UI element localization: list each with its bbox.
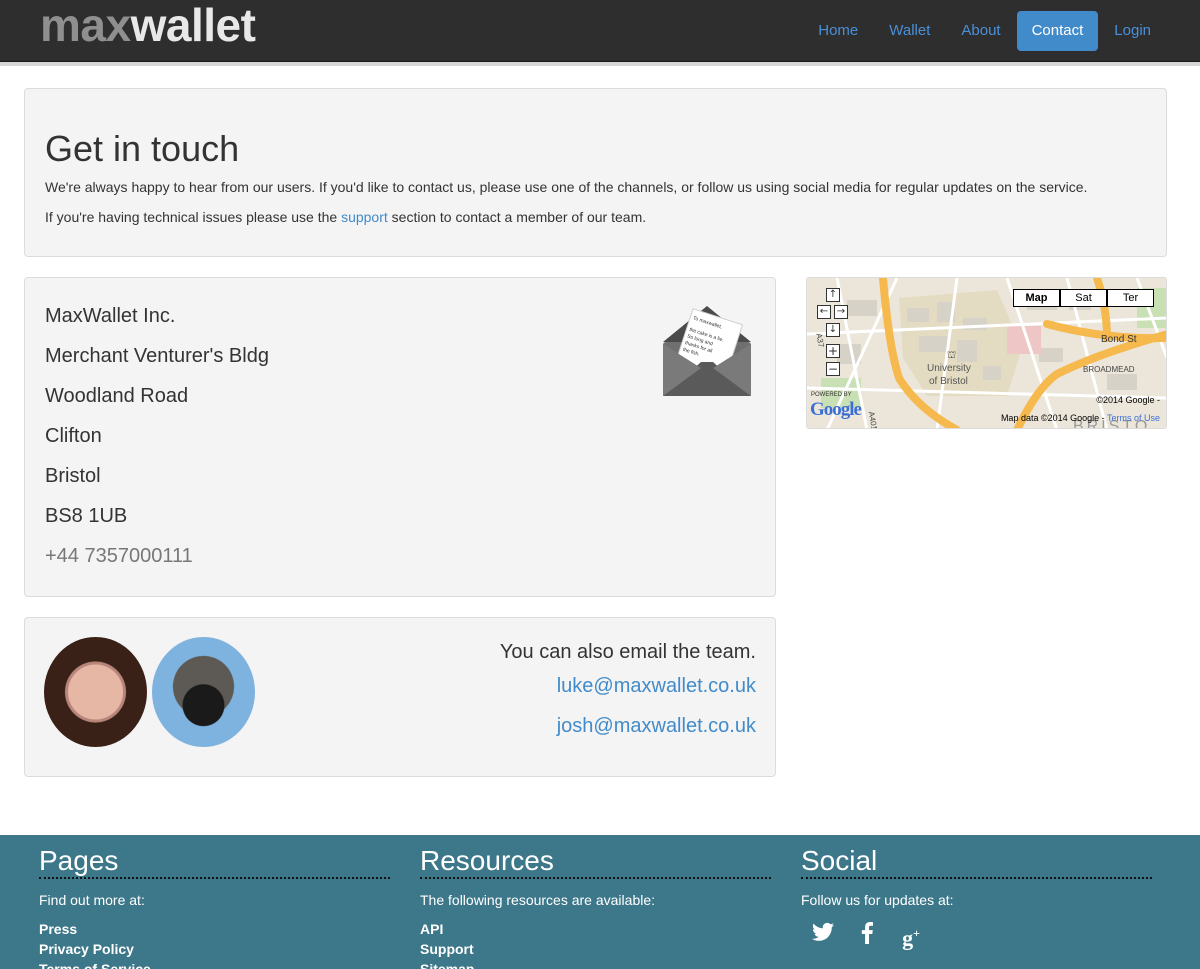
- avatar-josh: [152, 637, 255, 747]
- brand-part-wallet: wallet: [130, 0, 256, 51]
- team-contact: You can also email the team. luke@maxwal…: [500, 638, 756, 746]
- map-pan-right-button[interactable]: →: [834, 305, 848, 319]
- address-city: Bristol: [45, 465, 101, 487]
- nav-wallet[interactable]: Wallet: [874, 11, 945, 51]
- support-text-before: If you're having technical issues please…: [45, 209, 342, 225]
- map-label-street: Bond St: [1101, 334, 1137, 345]
- map-powered-by: POWERED BY: [811, 392, 852, 398]
- map-pan-up-button[interactable]: ↑: [826, 288, 840, 302]
- map-terms-link[interactable]: Terms of Use: [1107, 413, 1160, 423]
- footer-resources: Resources The following resources are av…: [420, 845, 771, 969]
- nav-contact[interactable]: Contact: [1016, 11, 1099, 51]
- map-widget[interactable]: Bond St BROADMEAD University of Bristol …: [806, 277, 1167, 429]
- team-lead-text: You can also email the team.: [499, 641, 756, 663]
- intro-panel: Get in touch We're always happy to hear …: [24, 88, 1167, 257]
- support-paragraph: If you're having technical issues please…: [45, 207, 1146, 227]
- footer-link-privacy[interactable]: Privacy Policy: [39, 939, 390, 959]
- facebook-icon[interactable]: [845, 922, 889, 950]
- support-text-after: section to contact a member of our team.: [387, 209, 647, 225]
- map-label-university-2: of Bristol: [929, 376, 968, 387]
- footer-pages-title: Pages: [39, 845, 390, 879]
- address-street: Woodland Road: [45, 385, 189, 407]
- footer: Pages Find out more at: Press Privacy Po…: [0, 835, 1200, 969]
- map-zoom-in-button[interactable]: +: [826, 344, 840, 358]
- address-district: Clifton: [45, 425, 102, 447]
- address-company: MaxWallet Inc.: [45, 305, 176, 327]
- navbar: maxwallet Home Wallet About Contact Logi…: [0, 0, 1200, 62]
- navbar-divider: [0, 62, 1200, 66]
- email-link-luke[interactable]: luke@maxwallet.co.uk: [500, 666, 756, 706]
- brand-logo[interactable]: maxwallet: [40, 0, 256, 51]
- university-icon: ⛫: [947, 350, 956, 361]
- address-postcode: BS8 1UB: [45, 505, 128, 527]
- nav-menu: Home Wallet About Contact Login: [802, 11, 1166, 51]
- nav-home[interactable]: Home: [803, 11, 873, 51]
- twitter-icon[interactable]: [801, 922, 845, 950]
- team-panel: You can also email the team. luke@maxwal…: [24, 617, 776, 777]
- avatar-luke: [44, 637, 147, 747]
- footer-social-title: Social: [801, 845, 1152, 879]
- footer-link-support[interactable]: Support: [420, 939, 771, 959]
- footer-link-press[interactable]: Press: [39, 919, 390, 939]
- google-plus-icon[interactable]: g+: [889, 922, 933, 950]
- envelope-icon: To maxwallet, the cake is a lie. So long…: [663, 306, 751, 396]
- footer-social: Social Follow us for updates at: g+: [801, 845, 1152, 950]
- email-link-josh[interactable]: josh@maxwallet.co.uk: [500, 706, 756, 746]
- brand-part-max: max: [40, 0, 131, 51]
- footer-pages: Pages Find out more at: Press Privacy Po…: [39, 845, 390, 969]
- footer-social-desc: Follow us for updates at:: [801, 892, 954, 908]
- page-title: Get in touch: [45, 128, 240, 169]
- footer-resources-desc: The following resources are available:: [420, 892, 656, 908]
- phone-number: +44 7357000111: [45, 545, 193, 567]
- map-type-map-button[interactable]: Map: [1013, 289, 1060, 307]
- support-link[interactable]: support: [341, 209, 388, 225]
- footer-link-sitemap[interactable]: Sitemap: [420, 959, 771, 969]
- social-icons: g+: [801, 922, 1152, 950]
- map-label-area: BROADMEAD: [1083, 365, 1135, 374]
- footer-link-terms[interactable]: Terms of Service: [39, 959, 390, 969]
- map-type-ter-button[interactable]: Ter: [1107, 289, 1154, 307]
- nav-about[interactable]: About: [946, 11, 1015, 51]
- map-label-university-1: University: [927, 363, 971, 374]
- footer-resources-title: Resources: [420, 845, 771, 879]
- intro-paragraph: We're always happy to hear from our user…: [45, 179, 1088, 195]
- map-data-text: Map data ©2014 Google -: [1000, 413, 1105, 423]
- map-zoom-out-button[interactable]: −: [826, 362, 840, 376]
- address-panel: MaxWallet Inc. Merchant Venturer's Bldg …: [24, 277, 776, 597]
- google-logo[interactable]: Google: [810, 399, 862, 421]
- address-building: Merchant Venturer's Bldg: [45, 345, 269, 367]
- map-type-selector: Map Sat Ter: [1013, 289, 1154, 307]
- footer-pages-desc: Find out more at:: [39, 892, 145, 908]
- map-pan-down-button[interactable]: ↓: [826, 323, 840, 337]
- map-type-sat-button[interactable]: Sat: [1060, 289, 1107, 307]
- map-pan-left-button[interactable]: ←: [817, 305, 831, 319]
- nav-login[interactable]: Login: [1099, 11, 1166, 51]
- footer-link-api[interactable]: API: [420, 919, 771, 939]
- map-copyright: ©2014 Google -: [1096, 395, 1160, 405]
- map-attribution: Map data ©2014 Google - Terms of Use: [1001, 413, 1160, 423]
